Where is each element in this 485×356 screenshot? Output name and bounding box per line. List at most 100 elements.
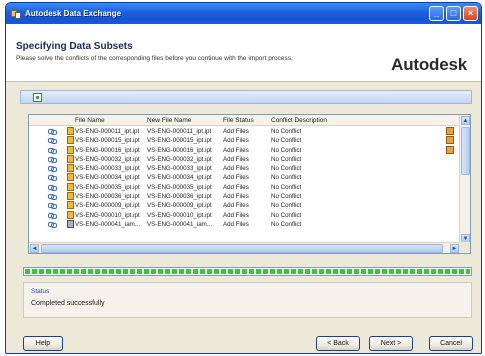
cell-file-name: VS-ENG-000035_ipt.ipt — [75, 183, 140, 191]
cell-file-status: Add Files — [223, 220, 249, 228]
page-title: Specifying Data Subsets — [16, 41, 133, 52]
link-icon — [48, 156, 57, 163]
cell-new-file-name[interactable]: VS-ENG-000041_iam... — [147, 221, 212, 228]
file-icon — [67, 192, 74, 201]
page-subtitle: Please solve the conflicts of the corres… — [16, 55, 293, 62]
assembly-file-icon — [67, 219, 74, 228]
table-row[interactable]: VS-ENG-000036_ipt.ipt VS-ENG-000036_ipt.i… — [29, 192, 460, 201]
window-title: Autodesk Data Exchange — [25, 9, 122, 18]
cell-new-file-name[interactable]: VS-ENG-000036_ipt.ipt — [147, 193, 212, 200]
cell-new-file-name[interactable]: VS-ENG-000010_ipt.ipt — [147, 212, 212, 219]
cell-conflict-description: No Conflict — [271, 220, 302, 228]
cell-file-status: Add Files — [223, 183, 249, 191]
maximize-button[interactable]: □ — [446, 6, 461, 21]
status-column-icon — [446, 136, 454, 145]
cancel-button[interactable]: Cancel — [429, 336, 473, 351]
vertical-scrollbar[interactable]: ▲ ▼ — [459, 115, 470, 244]
status-column-icon — [446, 127, 454, 135]
cell-file-name: VS-ENG-000041_iam... — [75, 220, 140, 228]
file-icon — [67, 154, 74, 163]
table-row[interactable]: VS-ENG-000015_ipt.ipt VS-ENG-000015_ipt.i… — [29, 136, 460, 145]
file-icon — [67, 182, 74, 191]
next-button[interactable]: Next > — [369, 336, 413, 351]
brand-logo: Autodesk — [391, 55, 467, 74]
table-body: VS-ENG-000011_ipt.ipt VS-ENG-000011_ipt.i… — [29, 127, 460, 244]
cell-file-status: Add Files — [223, 174, 249, 182]
title-bar[interactable]: Autodesk Data Exchange _ □ × — [6, 3, 481, 24]
table-header: File Name New File Name File Status Conf… — [29, 115, 460, 126]
data-exchange-window: Autodesk Data Exchange _ □ × Specifying … — [5, 2, 482, 354]
cell-file-name: VS-ENG-000015_ipt.ipt — [75, 137, 140, 145]
file-icon — [67, 210, 74, 219]
cell-conflict-description: No Conflict — [271, 211, 302, 219]
link-icon — [48, 184, 57, 191]
cell-file-name: VS-ENG-000032_ipt.ipt — [75, 155, 140, 163]
link-icon — [48, 193, 57, 201]
help-button[interactable]: Help — [23, 336, 63, 351]
file-table: File Name New File Name File Status Conf… — [28, 114, 471, 254]
link-icon — [48, 165, 57, 173]
scrollbar-corner — [459, 242, 470, 253]
scroll-right-arrow[interactable]: ► — [450, 244, 459, 253]
column-header-conflict-description[interactable]: Conflict Description — [271, 117, 327, 124]
status-column-icon — [446, 145, 454, 154]
cell-file-name: VS-ENG-000036_ipt.ipt — [75, 193, 140, 201]
column-header-new-file-name[interactable]: New File Name — [147, 117, 191, 124]
link-icon — [48, 147, 57, 154]
table-row[interactable]: VS-ENG-000032_ipt.ipt VS-ENG-000032_ipt.i… — [29, 154, 460, 164]
status-panel: Status Completed successfully — [23, 282, 472, 318]
cell-new-file-name[interactable]: VS-ENG-000009_ipt.ipt — [147, 202, 212, 209]
table-row[interactable]: VS-ENG-000033_ipt.ipt VS-ENG-000033_ipt.i… — [29, 164, 460, 173]
cell-conflict-description: No Conflict — [271, 183, 302, 191]
cell-file-status: Add Files — [223, 202, 249, 210]
table-row[interactable]: VS-ENG-000010_ipt.ipt VS-ENG-000010_ipt.i… — [29, 210, 460, 220]
toolbar — [20, 90, 472, 104]
wizard-header: Specifying Data Subsets Please solve the… — [6, 24, 481, 82]
cell-new-file-name[interactable]: VS-ENG-000011_ipt.ipt — [147, 128, 211, 135]
cell-file-status: Add Files — [223, 137, 249, 145]
cell-new-file-name[interactable]: VS-ENG-000035_ipt.ipt — [147, 184, 212, 191]
window-controls: _ □ × — [429, 6, 478, 21]
table-row[interactable]: VS-ENG-000016_ipt.ipt VS-ENG-000016_ipt.i… — [29, 145, 460, 155]
file-icon — [67, 136, 74, 145]
cell-new-file-name[interactable]: VS-ENG-000033_ipt.ipt — [147, 165, 212, 172]
link-icon — [48, 212, 57, 219]
cell-new-file-name[interactable]: VS-ENG-000016_ipt.ipt — [147, 147, 212, 154]
file-icon — [67, 201, 74, 210]
column-header-file-status[interactable]: File Status — [223, 117, 254, 124]
cell-conflict-description: No Conflict — [271, 174, 302, 182]
cell-file-status: Add Files — [223, 155, 249, 163]
app-icon — [11, 9, 21, 19]
vertical-scroll-thumb[interactable] — [461, 127, 470, 175]
cell-file-status: Add Files — [223, 128, 249, 135]
cell-conflict-description: No Conflict — [271, 137, 302, 145]
status-label: Status — [31, 288, 50, 295]
cell-file-name: VS-ENG-000034_ipt.ipt — [75, 174, 140, 182]
horizontal-scrollbar[interactable]: ◄ ► — [29, 242, 460, 253]
cell-new-file-name[interactable]: VS-ENG-000032_ipt.ipt — [147, 156, 212, 163]
scroll-left-arrow[interactable]: ◄ — [30, 244, 39, 253]
close-button[interactable]: × — [463, 6, 478, 21]
cell-conflict-description: No Conflict — [271, 193, 302, 201]
file-icon — [67, 127, 74, 135]
cell-new-file-name[interactable]: VS-ENG-000015_ipt.ipt — [147, 137, 212, 144]
file-icon — [67, 164, 74, 173]
back-button[interactable]: < Back — [316, 336, 360, 351]
table-row[interactable]: VS-ENG-000041_iam... VS-ENG-000041_iam...… — [29, 219, 460, 229]
cell-conflict-description: No Conflict — [271, 155, 302, 163]
cell-file-name: VS-ENG-000011_ipt.ipt — [75, 128, 140, 135]
table-row[interactable]: VS-ENG-000034_ipt.ipt VS-ENG-000034_ipt.i… — [29, 173, 460, 182]
minimize-button[interactable]: _ — [429, 6, 444, 21]
table-row[interactable]: VS-ENG-000011_ipt.ipt VS-ENG-000011_ipt.i… — [29, 127, 460, 136]
table-row[interactable]: VS-ENG-000009_ipt.ipt VS-ENG-000009_ipt.i… — [29, 201, 460, 210]
horizontal-scroll-thumb[interactable] — [41, 244, 443, 253]
column-header-file-name[interactable]: File Name — [75, 117, 105, 124]
status-text: Completed successfully — [31, 300, 105, 307]
link-icon — [48, 128, 57, 135]
scroll-up-arrow[interactable]: ▲ — [461, 116, 470, 125]
toolbar-icon[interactable] — [33, 93, 42, 102]
cell-new-file-name[interactable]: VS-ENG-000034_ipt.ipt — [147, 174, 212, 181]
cell-file-status: Add Files — [223, 193, 249, 201]
cell-file-name: VS-ENG-000009_ipt.ipt — [75, 202, 140, 210]
table-row[interactable]: VS-ENG-000035_ipt.ipt VS-ENG-000035_ipt.i… — [29, 182, 460, 192]
